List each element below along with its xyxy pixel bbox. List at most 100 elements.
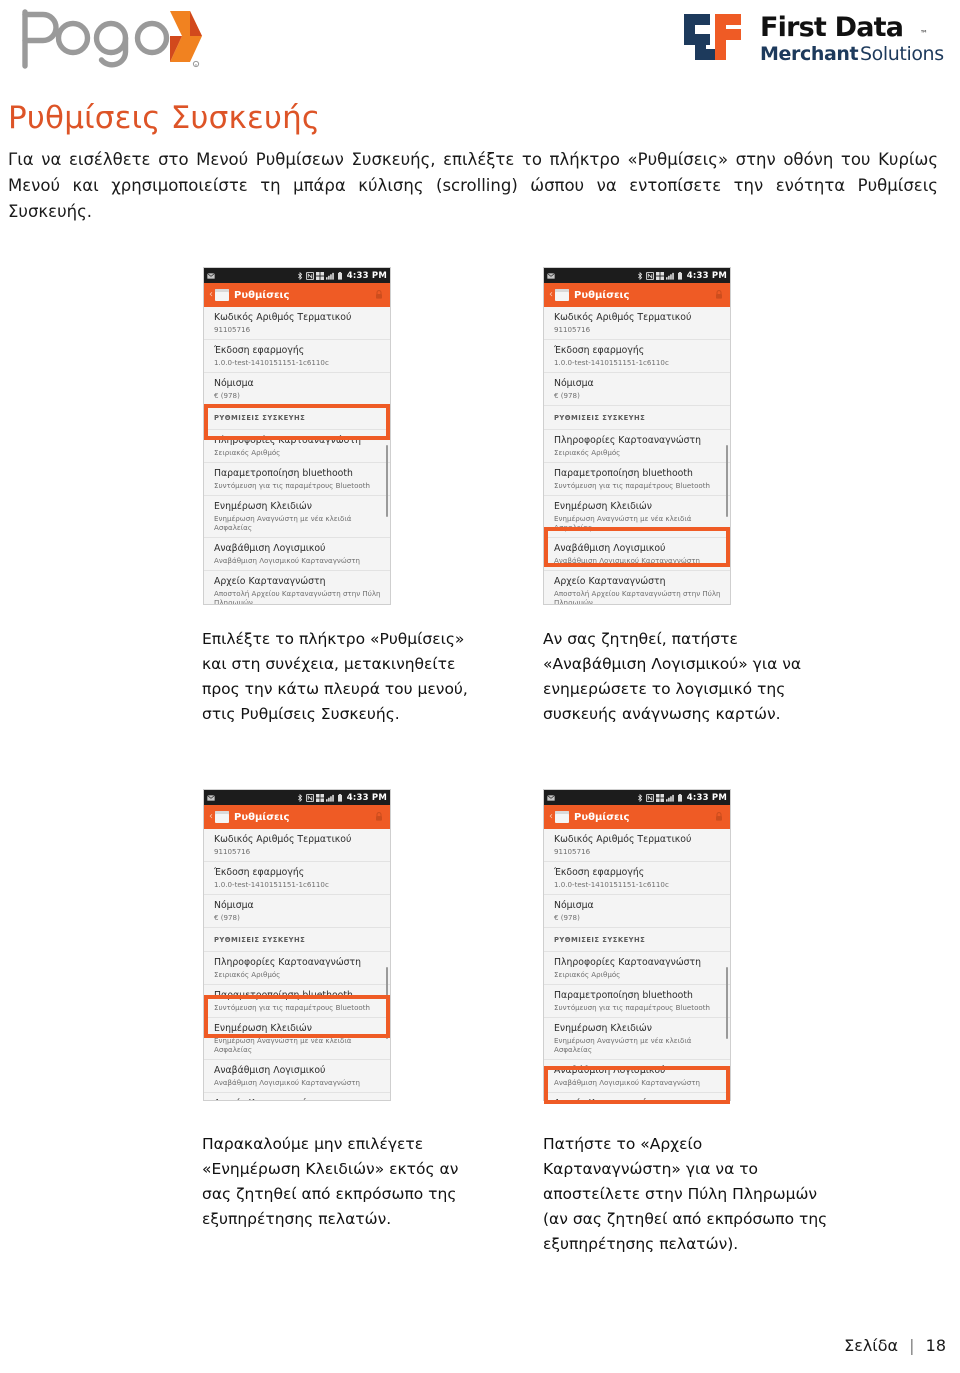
network-icon bbox=[655, 793, 664, 802]
list-item[interactable]: Ενημέρωση Κλειδιών Ενημέρωση Αναγνώστη μ… bbox=[204, 1018, 390, 1060]
list-item[interactable]: Παραμετροποίηση bluethooth Συντόμευση γι… bbox=[544, 985, 730, 1018]
back-arrow-icon[interactable]: ‹ bbox=[549, 290, 553, 300]
screenshot-reader-file: 4:33 PM ‹ Ρυθμίσεις Κωδικός Αριθμός Τερμ… bbox=[543, 789, 731, 1101]
row-title: Έκδοση εφαρμογής bbox=[554, 867, 645, 878]
row-title: Κωδικός Αριθμός Τερματικού bbox=[214, 312, 352, 323]
list-item[interactable]: Παραμετροποίηση bluethooth Συντόμευση γι… bbox=[204, 463, 390, 496]
page-footer: Σελίδα | 18 bbox=[844, 1336, 946, 1355]
nfc-icon bbox=[645, 793, 654, 802]
list-item[interactable]: Νόμισμα € (978) bbox=[544, 895, 730, 928]
settings-list[interactable]: Κωδικός Αριθμός Τερματικού 91105716 Έκδο… bbox=[204, 307, 390, 604]
document-page: R First Data ™ Merchant Solutions Ρυθμίσ… bbox=[0, 0, 960, 1373]
row-subtitle: 91105716 bbox=[554, 325, 591, 334]
row-subtitle: Ενημέρωση Αναγνώστη με νέα κλειδιά Ασφαλ… bbox=[554, 1036, 692, 1054]
list-item[interactable]: Πληροφορίες Καρτοαναγνώστη Σειριακός Αρι… bbox=[544, 952, 730, 985]
list-item[interactable]: Ενημέρωση Κλειδιών Ενημέρωση Αναγνώστη μ… bbox=[204, 496, 390, 538]
row-subtitle: Σειριακός Αριθμός bbox=[554, 448, 621, 457]
row-subtitle: Αναβάθμιση Λογισμικού Καρταναγνώστη bbox=[554, 556, 701, 565]
app-bar-title: Ρυθμίσεις bbox=[574, 289, 630, 301]
list-item[interactable]: Αρχείο Καρταναγνώστη Αποστολή Αρχείου Κα… bbox=[544, 1093, 730, 1100]
status-bar-time: 4:33 PM bbox=[346, 792, 387, 803]
list-item[interactable]: Έκδοση εφαρμογής 1.0.0-test-1410151151-1… bbox=[544, 340, 730, 373]
row-title: ΡΥΘΜΙΣΕΙΣ ΣΥΣΚΕΥΗΣ bbox=[554, 936, 646, 944]
list-item[interactable]: Κωδικός Αριθμός Τερματικού 91105716 bbox=[544, 829, 730, 862]
list-item[interactable]: Παραμετροποίηση bluethooth Συντόμευση γι… bbox=[544, 463, 730, 496]
list-item[interactable]: Αρχείο Καρταναγνώστη Αποστολή Αρχείου Κα… bbox=[204, 1093, 390, 1100]
row-title: Ενημέρωση Κλειδιών bbox=[554, 501, 652, 512]
list-item[interactable]: Αναβάθμιση Λογισμικού Αναβάθμιση Λογισμι… bbox=[204, 538, 390, 571]
screenshot-software-upgrade: 4:33 PM ‹ Ρυθμίσεις Κωδικός Αριθμός Τερμ… bbox=[543, 267, 731, 605]
back-arrow-icon[interactable]: ‹ bbox=[209, 290, 213, 300]
list-scrollbar[interactable] bbox=[386, 967, 388, 1039]
row-title: Παραμετροποίηση bluethooth bbox=[214, 990, 353, 1001]
status-bar-time: 4:33 PM bbox=[686, 270, 727, 281]
signal-icon bbox=[325, 794, 334, 802]
list-item[interactable]: Νόμισμα € (978) bbox=[204, 895, 390, 928]
row-title: Κωδικός Αριθμός Τερματικού bbox=[214, 834, 352, 845]
list-item[interactable]: Κωδικός Αριθμός Τερματικού 91105716 bbox=[544, 307, 730, 340]
list-scrollbar[interactable] bbox=[726, 445, 728, 517]
settings-list[interactable]: Κωδικός Αριθμός Τερματικού 91105716 Έκδο… bbox=[204, 829, 390, 1100]
lock-icon bbox=[376, 812, 382, 821]
caption-text: Παρακαλούμε μην επιλέγετε «Ενημέρωση Κλε… bbox=[202, 1135, 459, 1228]
row-title: Αναβάθμιση Λογισμικού bbox=[214, 543, 326, 554]
list-item[interactable]: Έκδοση εφαρμογής 1.0.0-test-1410151151-1… bbox=[204, 862, 390, 895]
signal-icon bbox=[665, 272, 674, 280]
phone-status-bar: 4:33 PM bbox=[204, 790, 390, 805]
list-section-header: ΡΥΘΜΙΣΕΙΣ ΣΥΣΚΕΥΗΣ bbox=[204, 406, 390, 430]
list-item[interactable]: Πληροφορίες Καρτοαναγνώστη Σειριακός Αρι… bbox=[204, 430, 390, 463]
list-item[interactable]: Αρχείο Καρταναγνώστη Αποστολή Αρχείου Κα… bbox=[204, 571, 390, 604]
settings-list[interactable]: Κωδικός Αριθμός Τερματικού 91105716 Έκδο… bbox=[544, 829, 730, 1100]
list-item[interactable]: Παραμετροποίηση bluethooth Συντόμευση γι… bbox=[204, 985, 390, 1018]
back-arrow-icon[interactable]: ‹ bbox=[209, 812, 213, 822]
row-title: Αρχείο Καρταναγνώστη bbox=[554, 576, 666, 587]
list-item[interactable]: Έκδοση εφαρμογής 1.0.0-test-1410151151-1… bbox=[544, 862, 730, 895]
row-subtitle: € (978) bbox=[214, 391, 240, 400]
row-title: Πληροφορίες Καρτοαναγνώστη bbox=[554, 435, 702, 446]
list-item[interactable]: Αρχείο Καρταναγνώστη Αποστολή Αρχείου Κα… bbox=[544, 571, 730, 605]
row-subtitle: Αποστολή Αρχείου Καρταναγνώστη στην Πύλη… bbox=[554, 589, 721, 605]
list-item[interactable]: Νόμισμα € (978) bbox=[204, 373, 390, 406]
row-title: ΡΥΘΜΙΣΕΙΣ ΣΥΣΚΕΥΗΣ bbox=[214, 414, 306, 422]
list-item[interactable]: Αναβάθμιση Λογισμικού Αναβάθμιση Λογισμι… bbox=[544, 538, 730, 571]
row-title: Αναβάθμιση Λογισμικού bbox=[554, 543, 666, 554]
settings-list[interactable]: Κωδικός Αριθμός Τερματικού 91105716 Έκδο… bbox=[544, 307, 730, 605]
bluetooth-icon bbox=[297, 793, 302, 802]
row-title: Νόμισμα bbox=[214, 900, 254, 911]
row-subtitle: € (978) bbox=[554, 913, 580, 922]
caption-reader-file: Πατήστε το «Αρχείο Καρταναγνώστη» για να… bbox=[543, 1132, 843, 1257]
list-item[interactable]: Πληροφορίες Καρτοαναγνώστη Σειριακός Αρι… bbox=[544, 430, 730, 463]
list-scrollbar[interactable] bbox=[726, 967, 728, 1039]
list-item[interactable]: Ενημέρωση Κλειδιών Ενημέρωση Αναγνώστη μ… bbox=[544, 496, 730, 538]
row-title: Ενημέρωση Κλειδιών bbox=[554, 1023, 652, 1034]
row-title: Αρχείο Καρταναγνώστη bbox=[214, 576, 326, 587]
list-item[interactable]: Αναβάθμιση Λογισμικού Αναβάθμιση Λογισμι… bbox=[544, 1060, 730, 1093]
row-subtitle: Σειριακός Αριθμός bbox=[554, 970, 621, 979]
list-item[interactable]: Έκδοση εφαρμογής 1.0.0-test-1410151151-1… bbox=[204, 340, 390, 373]
list-item[interactable]: Νόμισμα € (978) bbox=[544, 373, 730, 406]
row-title: Πληροφορίες Καρτοαναγνώστη bbox=[554, 957, 702, 968]
list-scrollbar[interactable] bbox=[386, 445, 388, 517]
caption-software-upgrade: Αν σας ζητηθεί, πατήστε «Αναβάθμιση Λογι… bbox=[543, 627, 833, 727]
list-item[interactable]: Ενημέρωση Κλειδιών Ενημέρωση Αναγνώστη μ… bbox=[544, 1018, 730, 1060]
nfc-icon bbox=[305, 793, 314, 802]
back-arrow-icon[interactable]: ‹ bbox=[549, 812, 553, 822]
phone-app-bar: ‹ Ρυθμίσεις bbox=[544, 805, 730, 829]
list-item[interactable]: Αναβάθμιση Λογισμικού Αναβάθμιση Λογισμι… bbox=[204, 1060, 390, 1093]
intro-paragraph: Για να εισέλθετε στο Μενού Ρυθμίσεων Συσ… bbox=[8, 147, 938, 225]
row-title: Παραμετροποίηση bluethooth bbox=[554, 990, 693, 1001]
list-item[interactable]: Κωδικός Αριθμός Τερματικού 91105716 bbox=[204, 307, 390, 340]
screenshot-settings-device-section: 4:33 PM ‹ Ρυθμίσεις Κωδικός Αριθμός Τερμ… bbox=[203, 267, 391, 605]
lock-icon bbox=[716, 812, 722, 821]
settings-app-icon bbox=[215, 289, 229, 301]
row-title: Κωδικός Αριθμός Τερματικού bbox=[554, 312, 692, 323]
caption-text: Πατήστε το «Αρχείο Καρταναγνώστη» για να… bbox=[543, 1135, 828, 1253]
list-item[interactable]: Πληροφορίες Καρτοαναγνώστη Σειριακός Αρι… bbox=[204, 952, 390, 985]
list-item[interactable]: Κωδικός Αριθμός Τερματικού 91105716 bbox=[204, 829, 390, 862]
phone-app-bar: ‹ Ρυθμίσεις bbox=[204, 283, 390, 307]
svg-text:Merchant: Merchant bbox=[760, 43, 859, 65]
phone-app-bar: ‹ Ρυθμίσεις bbox=[544, 283, 730, 307]
nfc-icon bbox=[645, 271, 654, 280]
row-title: ΡΥΘΜΙΣΕΙΣ ΣΥΣΚΕΥΗΣ bbox=[554, 414, 646, 422]
status-bar-time: 4:33 PM bbox=[346, 270, 387, 281]
